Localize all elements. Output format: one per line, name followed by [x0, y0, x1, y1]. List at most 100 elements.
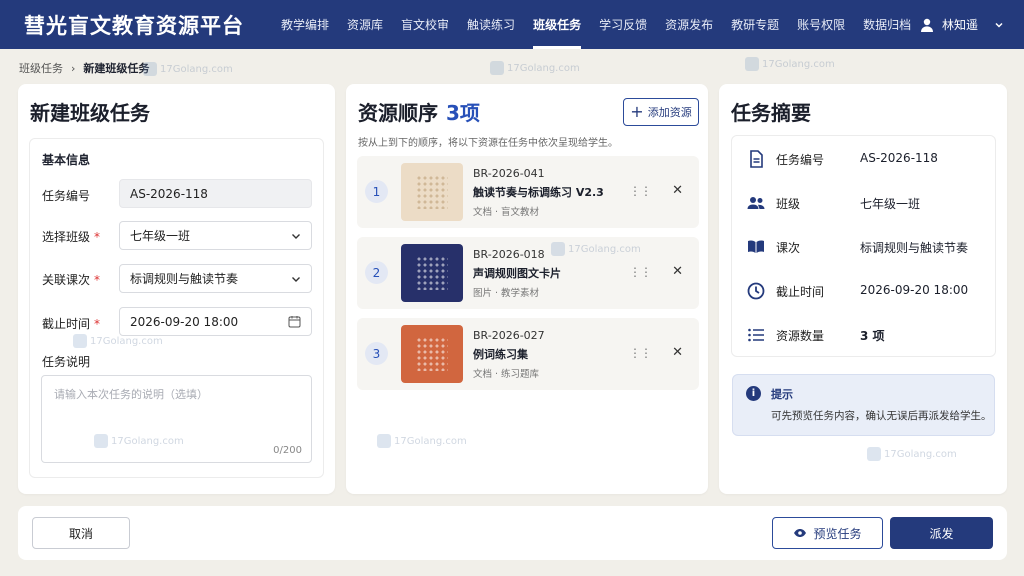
summary-value: 2026-09-20 18:00 [860, 283, 969, 297]
section-title: 基本信息 [42, 153, 91, 167]
summary-card: 任务编号 AS-2026-118 班级 七年级一班 课次 标调规则与触读节奏 截… [731, 135, 996, 357]
user-menu[interactable]: 林知遥 [920, 0, 1004, 49]
resource-name: 声调规则图文卡片 [473, 267, 561, 280]
user-name: 林知遥 [941, 18, 978, 32]
summary-label: 任务编号 [776, 153, 825, 167]
tip-box: i 提示 可先预览任务内容，确认无误后再派发给学生。 [732, 374, 995, 436]
add-resource-button[interactable]: + 添加资源 [623, 98, 699, 126]
resource-count: 3项 [446, 101, 480, 125]
close-icon[interactable]: ✕ [672, 264, 683, 279]
watermark: 17Golang.com [377, 434, 467, 448]
plus-icon: + [630, 102, 644, 121]
watermark-logo-icon [143, 62, 157, 76]
breadcrumb-current: 新建班级任务 [83, 62, 150, 75]
summary-value: 标调规则与触读节奏 [860, 241, 969, 255]
document-icon [750, 150, 763, 168]
summary-value: 3 项 [860, 329, 885, 343]
summary-value: AS-2026-118 [860, 151, 938, 165]
summary-label: 班级 [776, 197, 801, 211]
cancel-button[interactable]: 取消 [32, 517, 130, 549]
tip-text: 可先预览任务内容，确认无误后再派发给学生。 [771, 410, 992, 422]
nav-item-data-archive[interactable]: 数据归档 [854, 0, 920, 49]
watermark-logo-icon [867, 447, 881, 461]
lesson-label: 关联课次 * [42, 273, 101, 287]
summary-label: 截止时间 [776, 285, 825, 299]
summary-row: 班级 七年级一班 [732, 181, 997, 225]
summary-row: 截止时间 2026-09-20 18:00 [732, 269, 997, 313]
resource-id: BR-2026-018 [473, 248, 545, 261]
description-placeholder: 请输入本次任务的说明（选填） [54, 388, 208, 401]
nav-item-research-topics[interactable]: 教研专题 [722, 0, 788, 49]
watermark-logo-icon [94, 434, 108, 448]
deadline-picker[interactable]: 2026-09-20 18:00 [119, 307, 312, 336]
order-number: 2 [365, 261, 388, 284]
class-label: 选择班级 * [42, 230, 101, 244]
nav-item-resource-library[interactable]: 资源库 [338, 0, 392, 49]
breadcrumb-separator-icon: › [71, 61, 76, 75]
tip-title: 提示 [771, 388, 793, 401]
close-icon[interactable]: ✕ [672, 183, 683, 198]
book-icon [748, 240, 764, 253]
summary-row: 课次 标调规则与触读节奏 [732, 225, 997, 269]
nav-item-touch-practice[interactable]: 触读练习 [458, 0, 524, 49]
watermark: 17Golang.com [745, 57, 835, 71]
nav-item-resource-publish[interactable]: 资源发布 [656, 0, 722, 49]
order-hint: 按从上到下的顺序，将以下资源在任务中依次呈现给学生。 [358, 138, 618, 149]
main-nav: 教学编排 资源库 盲文校审 触读练习 班级任务 学习反馈 资源发布 教研专题 账… [272, 0, 920, 49]
resource-name: 例词练习集 [473, 348, 528, 361]
calendar-icon[interactable] [288, 315, 301, 328]
app-title: 彗光盲文教育资源平台 [24, 13, 244, 38]
user-icon [920, 18, 933, 32]
resource-id: BR-2026-041 [473, 167, 545, 180]
task-summary-panel: 任务摘要 任务编号 AS-2026-118 班级 七年级一班 课次 标调规则与触… [719, 84, 1007, 494]
resource-item[interactable]: 1 BR-2026-041 触读节奏与标调练习 V2.3 文档 · 盲文教材 ⋮… [357, 156, 699, 228]
nav-item-teaching-plan[interactable]: 教学编排 [272, 0, 338, 49]
breadcrumb-parent[interactable]: 班级任务 [19, 60, 63, 76]
character-count: 0/200 [273, 445, 302, 456]
resources-title: 资源顺序 3项 [358, 101, 480, 125]
nav-item-learning-feedback[interactable]: 学习反馈 [590, 0, 656, 49]
action-bar: 取消 预览任务 派发 [18, 506, 1007, 560]
watermark: 17Golang.com [73, 334, 163, 348]
resource-item[interactable]: 3 BR-2026-027 例词练习集 文档 · 练习题库 ⋮⋮ ✕ [357, 318, 699, 390]
summary-title: 任务摘要 [731, 101, 811, 125]
chevron-down-icon [995, 22, 1003, 28]
breadcrumb: 班级任务 › 新建班级任务 [19, 60, 149, 76]
resource-thumbnail [401, 325, 463, 383]
deadline-label: 截止时间 * [42, 317, 101, 331]
lesson-select[interactable]: 标调规则与触读节奏 [119, 264, 312, 293]
eye-icon [794, 529, 807, 537]
watermark: 17Golang.com [867, 447, 957, 461]
chevron-down-icon [292, 234, 300, 239]
preview-task-button[interactable]: 预览任务 [772, 517, 883, 549]
resource-thumbnail [401, 244, 463, 302]
drag-handle-icon[interactable]: ⋮⋮ [629, 346, 652, 360]
summary-value: 七年级一班 [860, 197, 921, 211]
top-navigation-bar: 彗光盲文教育资源平台 教学编排 资源库 盲文校审 触读练习 班级任务 学习反馈 … [0, 0, 1024, 49]
chevron-down-icon [292, 277, 300, 282]
class-select[interactable]: 七年级一班 [119, 221, 312, 250]
resource-item[interactable]: 2 BR-2026-018 声调规则图文卡片 图片 · 教学素材 ⋮⋮ ✕ [357, 237, 699, 309]
watermark: 17Golang.com [490, 61, 580, 75]
watermark-logo-icon [490, 61, 504, 75]
drag-handle-icon[interactable]: ⋮⋮ [629, 184, 652, 198]
clock-icon [747, 282, 765, 300]
dispatch-button[interactable]: 派发 [890, 517, 993, 549]
description-textarea[interactable]: 请输入本次任务的说明（选填） 0/200 [41, 375, 312, 463]
description-label: 任务说明 [42, 355, 91, 369]
summary-label: 课次 [776, 241, 801, 255]
basic-info-card: 基本信息 任务编号 AS-2026-118 选择班级 * 七年级一班 关联课次 * … [29, 138, 324, 478]
resource-order-panel: 资源顺序 3项 + 添加资源 按从上到下的顺序，将以下资源在任务中依次呈现给学生。… [346, 84, 708, 494]
nav-item-braille-review[interactable]: 盲文校审 [392, 0, 458, 49]
resource-name: 触读节奏与标调练习 V2.3 [473, 186, 604, 199]
resource-meta: 图片 · 教学素材 [473, 288, 540, 299]
resource-id: BR-2026-027 [473, 329, 545, 342]
watermark-logo-icon [745, 57, 759, 71]
drag-handle-icon[interactable]: ⋮⋮ [629, 265, 652, 279]
nav-item-class-tasks[interactable]: 班级任务 [524, 0, 590, 49]
summary-row: 资源数量 3 项 [732, 313, 997, 357]
close-icon[interactable]: ✕ [672, 345, 683, 360]
watermark: 17Golang.com [94, 434, 184, 448]
nav-item-account-permissions[interactable]: 账号权限 [788, 0, 854, 49]
watermark: 17Golang.com [143, 62, 233, 76]
